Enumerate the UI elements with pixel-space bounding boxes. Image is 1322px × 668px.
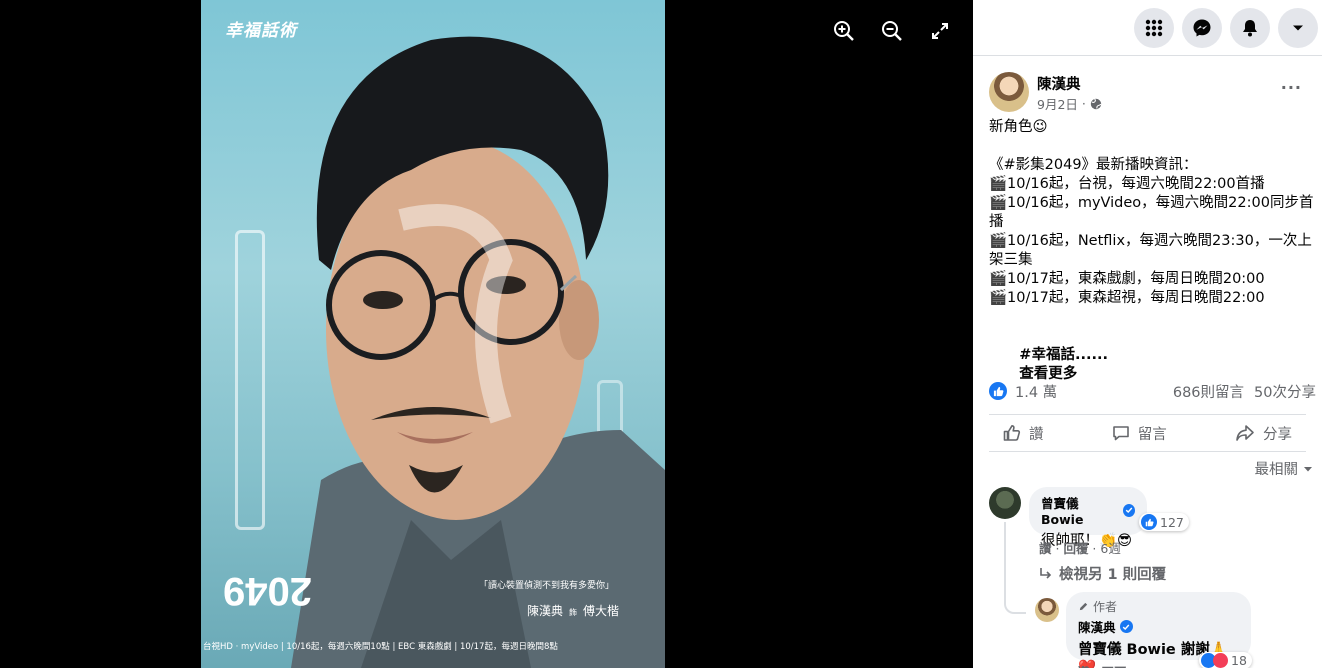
thread-line — [1004, 600, 1026, 614]
comment-reaction-count: 127 — [1160, 514, 1184, 530]
zoom-out-icon[interactable] — [875, 14, 909, 48]
share-button[interactable]: 分享 — [1235, 423, 1292, 444]
thread-line — [1004, 522, 1006, 602]
share-icon — [1236, 425, 1254, 441]
comment-author[interactable]: 曾寶儀 Bowie — [1041, 493, 1119, 527]
comment-meta: 讚 · 回覆 · 6週 — [1039, 541, 1121, 556]
post-side-panel: 陳漢典 9月2日 · ··· 新角色😉 《#影集2049》最新播映資訊： 🎬10… — [973, 0, 1322, 668]
reply-avatar[interactable] — [1035, 598, 1059, 622]
post-date[interactable]: 9月2日 — [1037, 94, 1078, 113]
post-line — [989, 137, 1314, 156]
messenger-icon[interactable] — [1182, 7, 1222, 48]
poster-tagline: 「讀心裝置偵測不到我有多愛你」 — [479, 581, 615, 591]
comment-time[interactable]: 6週 — [1100, 541, 1120, 556]
post-text: 新角色😉 《#影集2049》最新播映資訊： 🎬10/16起，台視，每週六晚間22… — [989, 118, 1314, 403]
comment-reactions[interactable]: 127 — [1139, 513, 1189, 531]
reply-arrow-icon — [1040, 567, 1052, 579]
post-header: 陳漢典 9月2日 · ··· — [989, 72, 1310, 114]
post-line — [989, 308, 1314, 327]
post-line: 🎬10/17起，東森戲劇，每周日晚間20:00 — [989, 271, 1265, 287]
viewer-toolbar — [827, 14, 957, 48]
sort-label: 最相關 — [1254, 462, 1299, 478]
chevron-down-icon — [1304, 466, 1312, 471]
comment-icon — [1112, 426, 1129, 441]
comment-count[interactable]: 686則留言 — [1173, 381, 1244, 402]
meta-separator: · — [1081, 96, 1086, 111]
reply-meta: 讚 · 回覆 — [1077, 662, 1126, 668]
photo-viewer: 幸福話術 2049 「讀心裝置偵測不到我有多愛你」 陳漢典 飾 傅大楷 台視HD… — [0, 0, 973, 668]
commenter-avatar[interactable] — [989, 487, 1021, 519]
share-label: 分享 — [1263, 426, 1292, 443]
comment-label: 留言 — [1137, 426, 1167, 443]
comment-like-link[interactable]: 讚 — [1039, 541, 1052, 556]
post-line: 新角色😉 — [989, 119, 1048, 135]
share-count[interactable]: 50次分享 — [1254, 381, 1316, 402]
poster-broadcast-bar: 台視HD · myVideo | 10/16起，每週六晚間10點 | EBC 東… — [203, 642, 558, 652]
comment-reply-link[interactable]: 回覆 — [1063, 541, 1088, 556]
post-line: 《#影集2049》最新播映資訊： — [989, 157, 1198, 173]
poster-image: 幸福話術 2049 「讀心裝置偵測不到我有多愛你」 陳漢典 飾 傅大楷 台視HD… — [201, 0, 665, 668]
poster-role: 傅大楷 — [583, 604, 620, 618]
reply-reaction-count: 18 — [1231, 653, 1247, 668]
comment-bubble: 曾寶儀 Bowie 很帥耶！👏😎 — [1029, 487, 1147, 549]
zoom-in-icon[interactable] — [827, 14, 861, 48]
reply-author[interactable]: 陳漢典 — [1078, 617, 1116, 636]
like-reaction-icon — [989, 382, 1007, 400]
like-count[interactable]: 1.4 萬 — [1015, 381, 1057, 402]
post-line: 🎬10/16起，Netflix，每週六晚間23:30，一次上架三集 — [989, 233, 1312, 268]
poster-cast: 陳漢典 — [527, 604, 564, 618]
poster-cast-connector: 飾 — [569, 608, 578, 617]
poster-title: 2049 — [223, 569, 312, 613]
reply-reactions[interactable]: 18 — [1199, 652, 1252, 668]
globe-icon — [1090, 98, 1102, 109]
author-name[interactable]: 陳漢典 — [1037, 73, 1081, 94]
top-navigation — [973, 0, 1322, 56]
like-button[interactable]: 讚 — [1003, 423, 1044, 444]
love-reaction-icon — [1213, 653, 1228, 668]
notifications-icon[interactable] — [1230, 7, 1270, 48]
comment-sort-dropdown[interactable]: 最相關 — [1255, 458, 1315, 479]
post-line: 🎬10/16起，台視，每週六晚間22:00首播 — [989, 176, 1265, 192]
comment-button[interactable]: 留言 — [1112, 423, 1167, 444]
verified-badge-icon — [1122, 503, 1135, 517]
menu-grid-icon[interactable] — [1134, 7, 1174, 48]
view-replies-label: 檢視另 1 則回覆 — [1059, 567, 1167, 583]
author-badge-label: 作者 — [1093, 600, 1118, 614]
post-more-button[interactable]: ··· — [1281, 78, 1302, 97]
poster-credit: 陳漢典 飾 傅大楷 — [527, 602, 619, 619]
author-avatar[interactable] — [989, 72, 1029, 112]
poster-logo: 幸福話術 — [225, 21, 297, 41]
post-hashtag[interactable]: #幸福話...... — [1019, 347, 1108, 363]
post-line: 🎬10/16起，myVideo，每週六晚間22:00同步首播 — [989, 195, 1314, 230]
post-actions: 讚 留言 分享 — [989, 414, 1306, 452]
thumbs-up-icon — [1003, 425, 1021, 441]
account-dropdown-icon[interactable] — [1278, 7, 1318, 48]
reply-bubble: 作者 陳漢典 曾寶儀 Bowie 謝謝🙏❤️ — [1066, 592, 1251, 668]
like-reaction-icon — [1141, 514, 1157, 530]
author-badge: 作者 — [1078, 598, 1239, 615]
post-line: 🎬10/17起，東森超視，每周日晚間22:00 — [989, 290, 1265, 306]
like-label: 讚 — [1029, 426, 1044, 443]
post-meta: 9月2日 · — [1037, 94, 1102, 113]
pencil-icon — [1079, 602, 1088, 611]
view-more-replies[interactable]: 檢視另 1 則回覆 — [1039, 563, 1166, 584]
verified-badge-icon — [1119, 620, 1133, 633]
fullscreen-icon[interactable] — [923, 14, 957, 48]
post-stats: 1.4 萬 686則留言 50次分享 — [989, 380, 1316, 402]
